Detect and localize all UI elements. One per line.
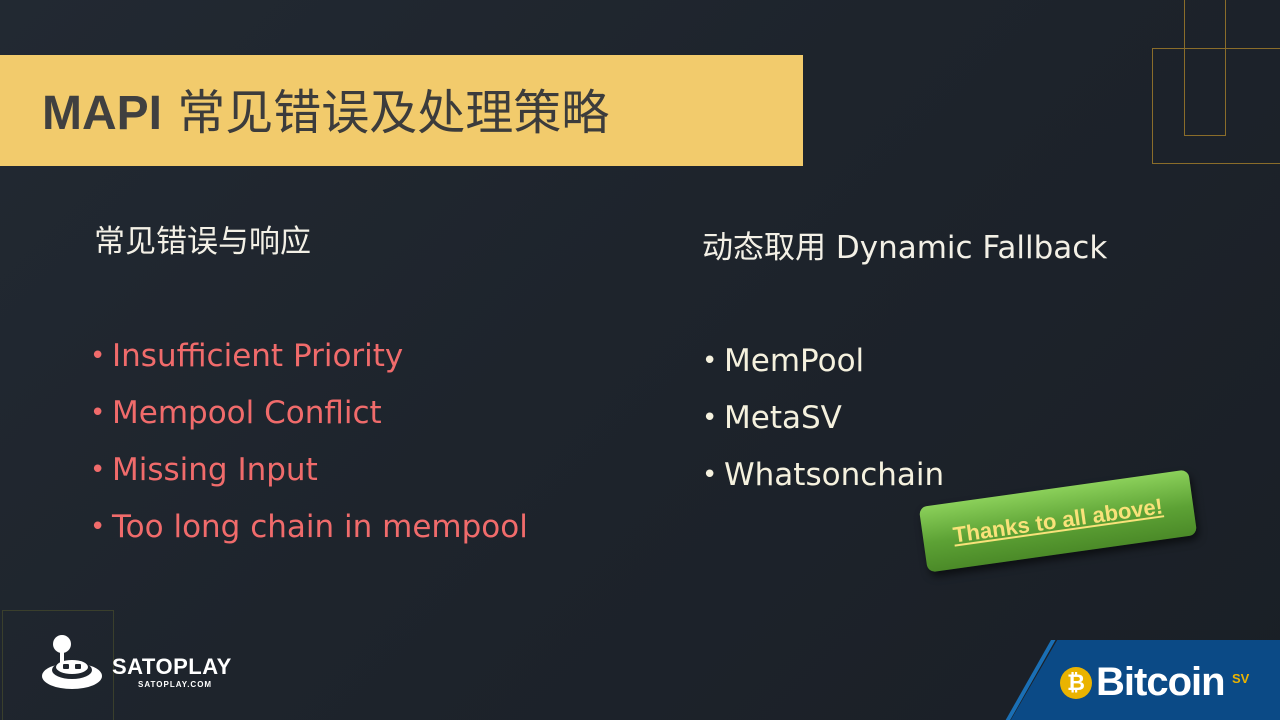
list-item-label: Too long chain in mempool bbox=[112, 509, 528, 545]
list-item-label: MemPool bbox=[724, 343, 865, 379]
slide: MAPI 常见错误及处理策略 常见错误与响应 • Insufficient Pr… bbox=[0, 0, 1280, 720]
left-column-heading: 常见错误与响应 bbox=[94, 224, 311, 260]
satoplay-logo: SATOPLAY SATOPLAY.COM bbox=[40, 630, 232, 700]
bullet-icon: • bbox=[702, 346, 718, 376]
slide-title-text: 常见错误及处理策略 bbox=[177, 85, 610, 141]
decorative-frame bbox=[1184, 0, 1226, 136]
bullet-icon: • bbox=[90, 398, 106, 428]
slide-title-bold: MAPI bbox=[42, 87, 162, 140]
bitcoin-sv-logo-text: Bitcoin bbox=[1096, 660, 1226, 704]
list-item-label: Insufficient Priority bbox=[112, 338, 404, 374]
satoplay-url: SATOPLAY.COM bbox=[138, 680, 213, 689]
bullet-icon: • bbox=[90, 512, 106, 542]
list-item-label: Missing Input bbox=[112, 452, 318, 488]
list-item-label: MetaSV bbox=[724, 400, 842, 436]
bitcoin-sv-superscript: SV bbox=[1232, 671, 1250, 686]
bullet-icon: • bbox=[702, 403, 718, 433]
list-item-label: Whatsonchain bbox=[724, 457, 945, 493]
bullet-icon: • bbox=[90, 341, 106, 371]
joystick-icon bbox=[42, 635, 102, 689]
thanks-badge-text: Thanks to all above! bbox=[951, 493, 1165, 548]
list-item-label: Mempool Conflict bbox=[112, 395, 382, 431]
right-column-heading: 动态取用 Dynamic Fallback bbox=[702, 230, 1108, 266]
bullet-icon: • bbox=[90, 455, 106, 485]
slide-title: MAPI 常见错误及处理策略 bbox=[42, 84, 609, 143]
bullet-icon: • bbox=[702, 460, 718, 490]
thanks-badge: Thanks to all above! bbox=[918, 469, 1198, 573]
bitcoin-coin-icon: ₿ bbox=[1060, 667, 1092, 699]
satoplay-name: SATOPLAY bbox=[112, 654, 232, 679]
